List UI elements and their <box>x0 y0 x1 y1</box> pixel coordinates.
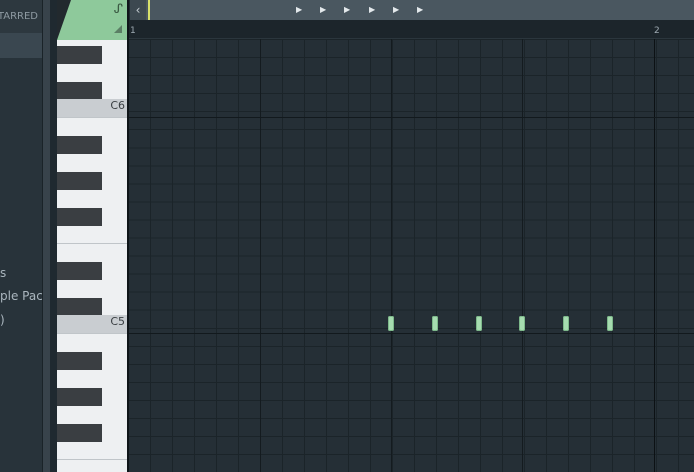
black-key[interactable] <box>57 298 102 316</box>
play-marker-icon[interactable]: ▶ <box>393 5 399 15</box>
octave-line <box>129 333 694 334</box>
black-key[interactable] <box>57 352 102 370</box>
octave-label: C5 <box>110 315 125 328</box>
browser-item[interactable]: ) <box>0 313 5 327</box>
black-key[interactable] <box>57 424 102 442</box>
scroll-left-button[interactable]: ‹ <box>130 0 146 20</box>
bar-number: 2 <box>654 26 660 36</box>
note[interactable] <box>432 316 438 331</box>
note[interactable] <box>607 316 613 331</box>
note[interactable] <box>388 316 394 331</box>
event-bar: ‹ ▶ ▶ ▶ ▶ ▶ ▶ <box>130 0 694 20</box>
play-marker-icon[interactable]: ▶ <box>369 5 375 15</box>
stamp-icon[interactable]: ᔑ <box>114 3 123 16</box>
black-key[interactable] <box>57 208 102 226</box>
note[interactable] <box>563 316 569 331</box>
bar-number: 1 <box>130 26 136 36</box>
black-key[interactable] <box>57 136 102 154</box>
play-marker-icon[interactable]: ▶ <box>344 5 350 15</box>
note[interactable] <box>519 316 525 331</box>
play-marker-icon[interactable]: ▶ <box>296 5 302 15</box>
octave-line <box>129 117 694 118</box>
key-divider <box>57 333 127 334</box>
beat-line <box>260 39 261 472</box>
timeline-ruler[interactable]: 1 2 <box>128 20 694 39</box>
black-key[interactable] <box>57 388 102 406</box>
key-divider <box>57 117 127 118</box>
black-key[interactable] <box>57 82 102 100</box>
play-marker-icon[interactable]: ▶ <box>417 5 423 15</box>
black-key[interactable] <box>57 262 102 280</box>
key-divider <box>57 459 127 460</box>
dropdown-triangle-icon[interactable] <box>114 25 122 33</box>
beat-line <box>522 39 523 472</box>
bar-line <box>654 39 655 472</box>
browser-scrollbar[interactable] <box>43 0 50 472</box>
octave-label: C6 <box>110 99 125 112</box>
note[interactable] <box>476 316 482 331</box>
piano-keyboard[interactable]: C6 C5 <box>57 40 127 472</box>
black-key[interactable] <box>57 172 102 190</box>
note-grid[interactable] <box>129 39 694 472</box>
piano-roll-tool-tab[interactable]: ᔑ <box>57 0 127 40</box>
browser-header-label: TARRED <box>0 11 38 22</box>
beat-line <box>391 39 392 472</box>
play-marker-icon[interactable]: ▶ <box>320 5 326 15</box>
key-divider <box>57 243 127 244</box>
browser-item[interactable]: s <box>0 266 6 280</box>
browser-panel: TARRED s ple Pack ) <box>0 0 50 472</box>
black-key[interactable] <box>57 46 102 64</box>
playhead-marker[interactable] <box>148 0 150 20</box>
